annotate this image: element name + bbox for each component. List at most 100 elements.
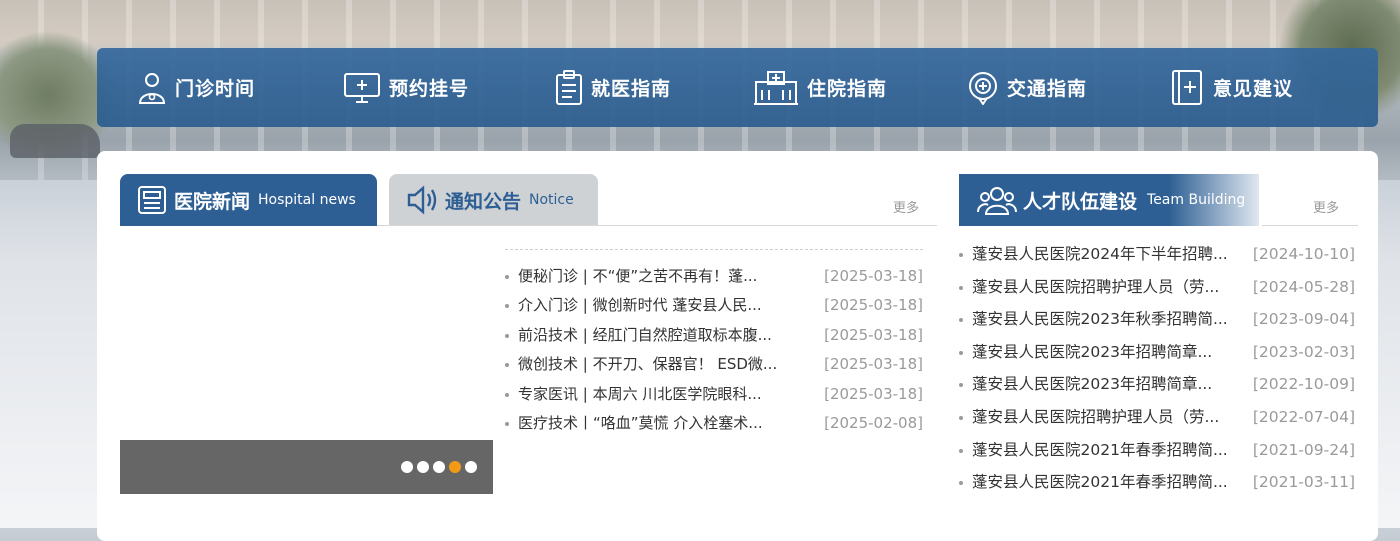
list-item[interactable]: 蓬安县人民医院2023年秋季招聘简... [2023-09-04] bbox=[959, 303, 1355, 336]
team-date: [2023-09-04] bbox=[1252, 310, 1355, 329]
tab-label-en: Hospital news bbox=[258, 192, 356, 208]
bullet-icon bbox=[959, 350, 963, 355]
slider-dots bbox=[401, 461, 477, 473]
tab-label: 人才队伍建设 bbox=[1023, 190, 1138, 213]
list-item[interactable]: 介入门诊 | 微创新时代 蓬安县人民... [2025-03-18] bbox=[505, 291, 923, 320]
slider-dot-2[interactable] bbox=[417, 461, 429, 473]
bullet-icon bbox=[959, 285, 963, 290]
list-item[interactable]: 医疗技术丨“咯血”莫慌 介入栓塞术... [2025-02-08] bbox=[505, 409, 923, 438]
news-title[interactable]: 专家医讯 | 本周六 川北医学院眼科... bbox=[518, 380, 762, 409]
slider-dot-3[interactable] bbox=[433, 461, 445, 473]
team-title[interactable]: 蓬安县人民医院2024年下半年招聘... bbox=[972, 238, 1228, 271]
list-item[interactable]: 蓬安县人民医院2023年招聘简章... [2023-02-03] bbox=[959, 336, 1355, 369]
news-title[interactable]: 微创技术 | 不开刀、保器官！ ESD微... bbox=[518, 350, 777, 379]
team-date: [2022-07-04] bbox=[1252, 407, 1355, 426]
news-title[interactable]: 介入门诊 | 微创新时代 蓬安县人民... bbox=[518, 291, 762, 320]
list-item[interactable]: 蓬安县人民医院招聘护理人员（劳... [2022-07-04] bbox=[959, 401, 1355, 434]
team-date: [2024-10-10] bbox=[1252, 245, 1355, 263]
team-title[interactable]: 蓬安县人民医院2023年招聘简章... bbox=[972, 336, 1212, 369]
feedback-icon bbox=[1172, 69, 1202, 105]
team-title[interactable]: 蓬安县人民医院2023年招聘简章... bbox=[972, 368, 1212, 401]
tab-label: 通知公告 bbox=[445, 190, 522, 213]
slider-dot-4[interactable] bbox=[449, 461, 461, 473]
bullet-icon bbox=[505, 333, 509, 338]
nav-item-appointment[interactable]: 预约挂号 bbox=[343, 48, 469, 127]
news-title[interactable]: 前沿技术 | 经肛门自然腔道取标本腹... bbox=[518, 321, 772, 350]
slider-caption-bar bbox=[120, 440, 493, 494]
nav-item-label: 交通指南 bbox=[1007, 78, 1088, 100]
list-item[interactable]: 蓬安县人民医院招聘护理人员（劳... [2024-05-28] bbox=[959, 271, 1355, 304]
list-item[interactable]: 便秘门诊 | 不“便”之苦不再有！蓬... [2025-03-18] bbox=[505, 262, 923, 291]
background-car bbox=[10, 124, 100, 158]
nav-item-clinic-hours[interactable]: 门诊时间 bbox=[137, 48, 255, 127]
location-pin-icon bbox=[969, 71, 997, 105]
tab-label: 医院新闻 bbox=[174, 190, 251, 213]
nav-item-label: 预约挂号 bbox=[389, 78, 470, 100]
nav-item-inpatient-guide[interactable]: 住院指南 bbox=[753, 48, 887, 127]
team-more-link[interactable]: 更多 bbox=[1313, 197, 1339, 216]
news-date: [2025-03-18] bbox=[824, 325, 923, 344]
list-item[interactable]: 专家医讯 | 本周六 川北医学院眼科... [2025-03-18] bbox=[505, 380, 923, 409]
bullet-icon bbox=[505, 304, 509, 309]
list-item[interactable]: 蓬安县人民医院2024年下半年招聘... [2024-10-10] bbox=[959, 238, 1355, 271]
news-list-divider bbox=[505, 249, 923, 250]
quick-nav-bar: 门诊时间 预约挂号 就医指南 住院指南 交通指南 意见建议 bbox=[97, 48, 1378, 127]
slider-dot-5[interactable] bbox=[465, 461, 477, 473]
news-title[interactable]: 便秘门诊 | 不“便”之苦不再有！蓬... bbox=[518, 262, 757, 291]
news-date: [2025-03-18] bbox=[824, 355, 923, 374]
tab-label-en: Notice bbox=[529, 192, 574, 208]
bullet-icon bbox=[959, 383, 963, 388]
tab-team-building[interactable]: 人才队伍建设 Team Building bbox=[959, 174, 1259, 226]
team-date: [2021-09-24] bbox=[1252, 440, 1355, 459]
news-title[interactable]: 医疗技术丨“咯血”莫慌 介入栓塞术... bbox=[518, 409, 763, 438]
bullet-icon bbox=[959, 448, 963, 453]
team-title[interactable]: 蓬安县人民医院招聘护理人员（劳... bbox=[972, 401, 1219, 434]
team-date: [2022-10-09] bbox=[1252, 375, 1355, 394]
doctor-icon bbox=[138, 72, 166, 104]
team-date: [2024-05-28] bbox=[1252, 277, 1355, 296]
list-item[interactable]: 前沿技术 | 经肛门自然腔道取标本腹... [2025-03-18] bbox=[505, 321, 923, 350]
tab-label-en: Team Building bbox=[1147, 192, 1246, 208]
team-title[interactable]: 蓬安县人民医院2021年春季招聘简... bbox=[972, 434, 1228, 467]
bullet-icon bbox=[505, 275, 509, 279]
speaker-icon bbox=[407, 185, 437, 215]
news-date: [2025-03-18] bbox=[824, 384, 923, 403]
bullet-icon bbox=[959, 318, 963, 323]
newspaper-icon bbox=[138, 186, 166, 214]
list-item[interactable]: 微创技术 | 不开刀、保器官！ ESD微... [2025-03-18] bbox=[505, 350, 923, 379]
nav-item-medical-guide[interactable]: 就医指南 bbox=[555, 48, 671, 127]
team-tab-divider bbox=[1262, 225, 1358, 226]
nav-item-label: 门诊时间 bbox=[175, 78, 256, 100]
slider-dot-1[interactable] bbox=[401, 461, 413, 473]
news-more-link[interactable]: 更多 bbox=[893, 197, 919, 216]
bullet-icon bbox=[505, 363, 509, 368]
list-item[interactable]: 蓬安县人民医院2023年招聘简章... [2022-10-09] bbox=[959, 368, 1355, 401]
news-date: [2025-02-08] bbox=[824, 413, 923, 432]
bullet-icon bbox=[505, 421, 509, 426]
team-title[interactable]: 蓬安县人民医院2023年秋季招聘简... bbox=[972, 303, 1228, 336]
bullet-icon bbox=[959, 481, 963, 486]
hospital-icon bbox=[754, 70, 798, 105]
tab-hospital-news[interactable]: 医院新闻 Hospital news bbox=[120, 174, 377, 226]
nav-item-feedback[interactable]: 意见建议 bbox=[1171, 48, 1293, 127]
team-title[interactable]: 蓬安县人民医院2021年春季招聘简... bbox=[972, 466, 1228, 499]
bullet-icon bbox=[959, 415, 963, 420]
tab-notice[interactable]: 通知公告 Notice bbox=[389, 174, 598, 226]
nav-item-label: 住院指南 bbox=[807, 78, 888, 100]
list-item[interactable]: 蓬安县人民医院2021年春季招聘简... [2021-09-24] bbox=[959, 434, 1355, 467]
news-date: [2025-03-18] bbox=[824, 296, 923, 315]
team-date: [2023-02-03] bbox=[1252, 342, 1355, 361]
nav-item-traffic-guide[interactable]: 交通指南 bbox=[967, 48, 1087, 127]
news-list: 便秘门诊 | 不“便”之苦不再有！蓬... [2025-03-18] 介入门诊 |… bbox=[505, 262, 923, 438]
clipboard-icon bbox=[556, 69, 582, 105]
bullet-icon bbox=[505, 392, 509, 397]
team-title[interactable]: 蓬安县人民医院招聘护理人员（劳... bbox=[972, 271, 1219, 304]
news-image-slider[interactable] bbox=[120, 226, 493, 440]
nav-item-label: 意见建议 bbox=[1213, 78, 1294, 100]
list-item[interactable]: 蓬安县人民医院2021年春季招聘简... [2021-03-11] bbox=[959, 466, 1355, 499]
team-list: 蓬安县人民医院2024年下半年招聘... [2024-10-10] 蓬安县人民医院… bbox=[959, 238, 1355, 499]
bullet-icon bbox=[959, 253, 963, 257]
team-icon bbox=[977, 187, 1017, 215]
team-date: [2021-03-11] bbox=[1252, 473, 1355, 492]
nav-item-label: 就医指南 bbox=[591, 78, 672, 100]
